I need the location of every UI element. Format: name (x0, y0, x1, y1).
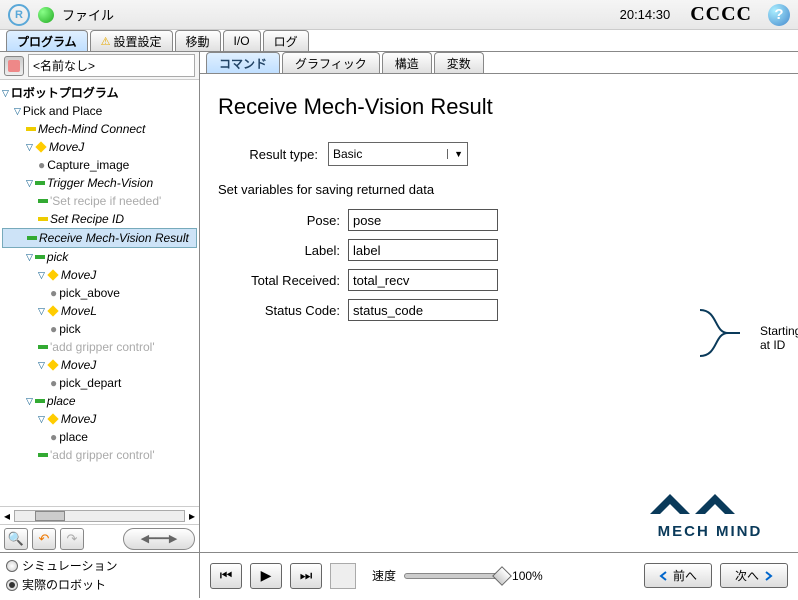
speed-value: 100% (512, 569, 543, 583)
mechmind-logo: MECH MIND (640, 490, 780, 540)
rewind-button[interactable]: ⏮ (210, 563, 242, 589)
tab-log[interactable]: ログ (263, 30, 309, 51)
step-nav[interactable]: ◀━━━▶ (123, 528, 195, 550)
result-type-combo[interactable]: Basic ▼ (328, 142, 468, 166)
total-input[interactable] (348, 269, 498, 291)
result-type-label: Result type: (218, 147, 328, 162)
h-scrollbar[interactable] (14, 510, 185, 522)
pose-label: Pose: (218, 213, 348, 228)
status-label: Status Code: (218, 303, 348, 318)
label-label: Label: (218, 243, 348, 258)
stop-button[interactable] (330, 563, 356, 589)
tab-variables[interactable]: 変数 (434, 52, 484, 73)
tab-io[interactable]: I/O (223, 30, 261, 51)
bracket-connector (700, 306, 740, 360)
speed-label: 速度 (372, 567, 396, 584)
globe-icon (38, 7, 54, 23)
speed-slider[interactable] (404, 573, 504, 579)
program-name-field[interactable]: <名前なし> (28, 54, 195, 77)
save-icon[interactable] (4, 56, 24, 76)
help-icon[interactable]: ? (768, 4, 790, 26)
file-menu[interactable]: ファイル (62, 5, 114, 24)
program-tree[interactable]: ▽ ロボットプログラム ▽ Pick and Place Mech-Mind C… (0, 80, 199, 506)
command-content: Receive Mech-Vision Result Result type: … (200, 74, 798, 552)
warning-icon: ⚠ (101, 35, 111, 48)
clock: 20:14:30 (620, 7, 671, 22)
pose-input[interactable] (348, 209, 498, 231)
section-label: Set variables for saving returned data (218, 182, 780, 197)
forward-button[interactable]: ⏭ (290, 563, 322, 589)
redo-button[interactable]: ↷ (60, 528, 84, 550)
search-button[interactable]: 🔍 (4, 528, 28, 550)
left-panel: <名前なし> ▽ ロボットプログラム ▽ Pick and Place Mech… (0, 52, 200, 552)
tab-program[interactable]: プログラム (6, 30, 88, 51)
status-input[interactable] (348, 299, 498, 321)
start-id-label: Starting at ID (760, 324, 798, 352)
chevron-down-icon: ▼ (447, 149, 463, 159)
real-radio[interactable]: 実際のロボット (6, 576, 193, 593)
tree-item-receive-result: Receive Mech-Vision Result (2, 228, 197, 248)
total-label: Total Received: (218, 273, 348, 288)
label-input[interactable] (348, 239, 498, 261)
cccc-indicator: CCCC (690, 3, 752, 26)
tab-move[interactable]: 移動 (175, 30, 221, 51)
tab-install[interactable]: ⚠設置設定 (90, 30, 173, 51)
next-button[interactable]: 次へ (720, 563, 788, 588)
sub-tabs: コマンド グラフィック 構造 変数 (200, 52, 798, 74)
top-bar: R ファイル 20:14:30 CCCC ? (0, 0, 798, 30)
main-tabs: プログラム ⚠設置設定 移動 I/O ログ (0, 30, 798, 52)
undo-button[interactable]: ↶ (32, 528, 56, 550)
tab-graphics[interactable]: グラフィック (282, 52, 380, 73)
play-button[interactable]: ▶ (250, 563, 282, 589)
ur-logo: R (8, 4, 30, 26)
prev-button[interactable]: 前へ (644, 563, 712, 588)
tab-structure[interactable]: 構造 (382, 52, 432, 73)
tab-command[interactable]: コマンド (206, 52, 280, 73)
page-title: Receive Mech-Vision Result (218, 94, 780, 120)
sim-radio[interactable]: シミュレーション (6, 557, 193, 574)
